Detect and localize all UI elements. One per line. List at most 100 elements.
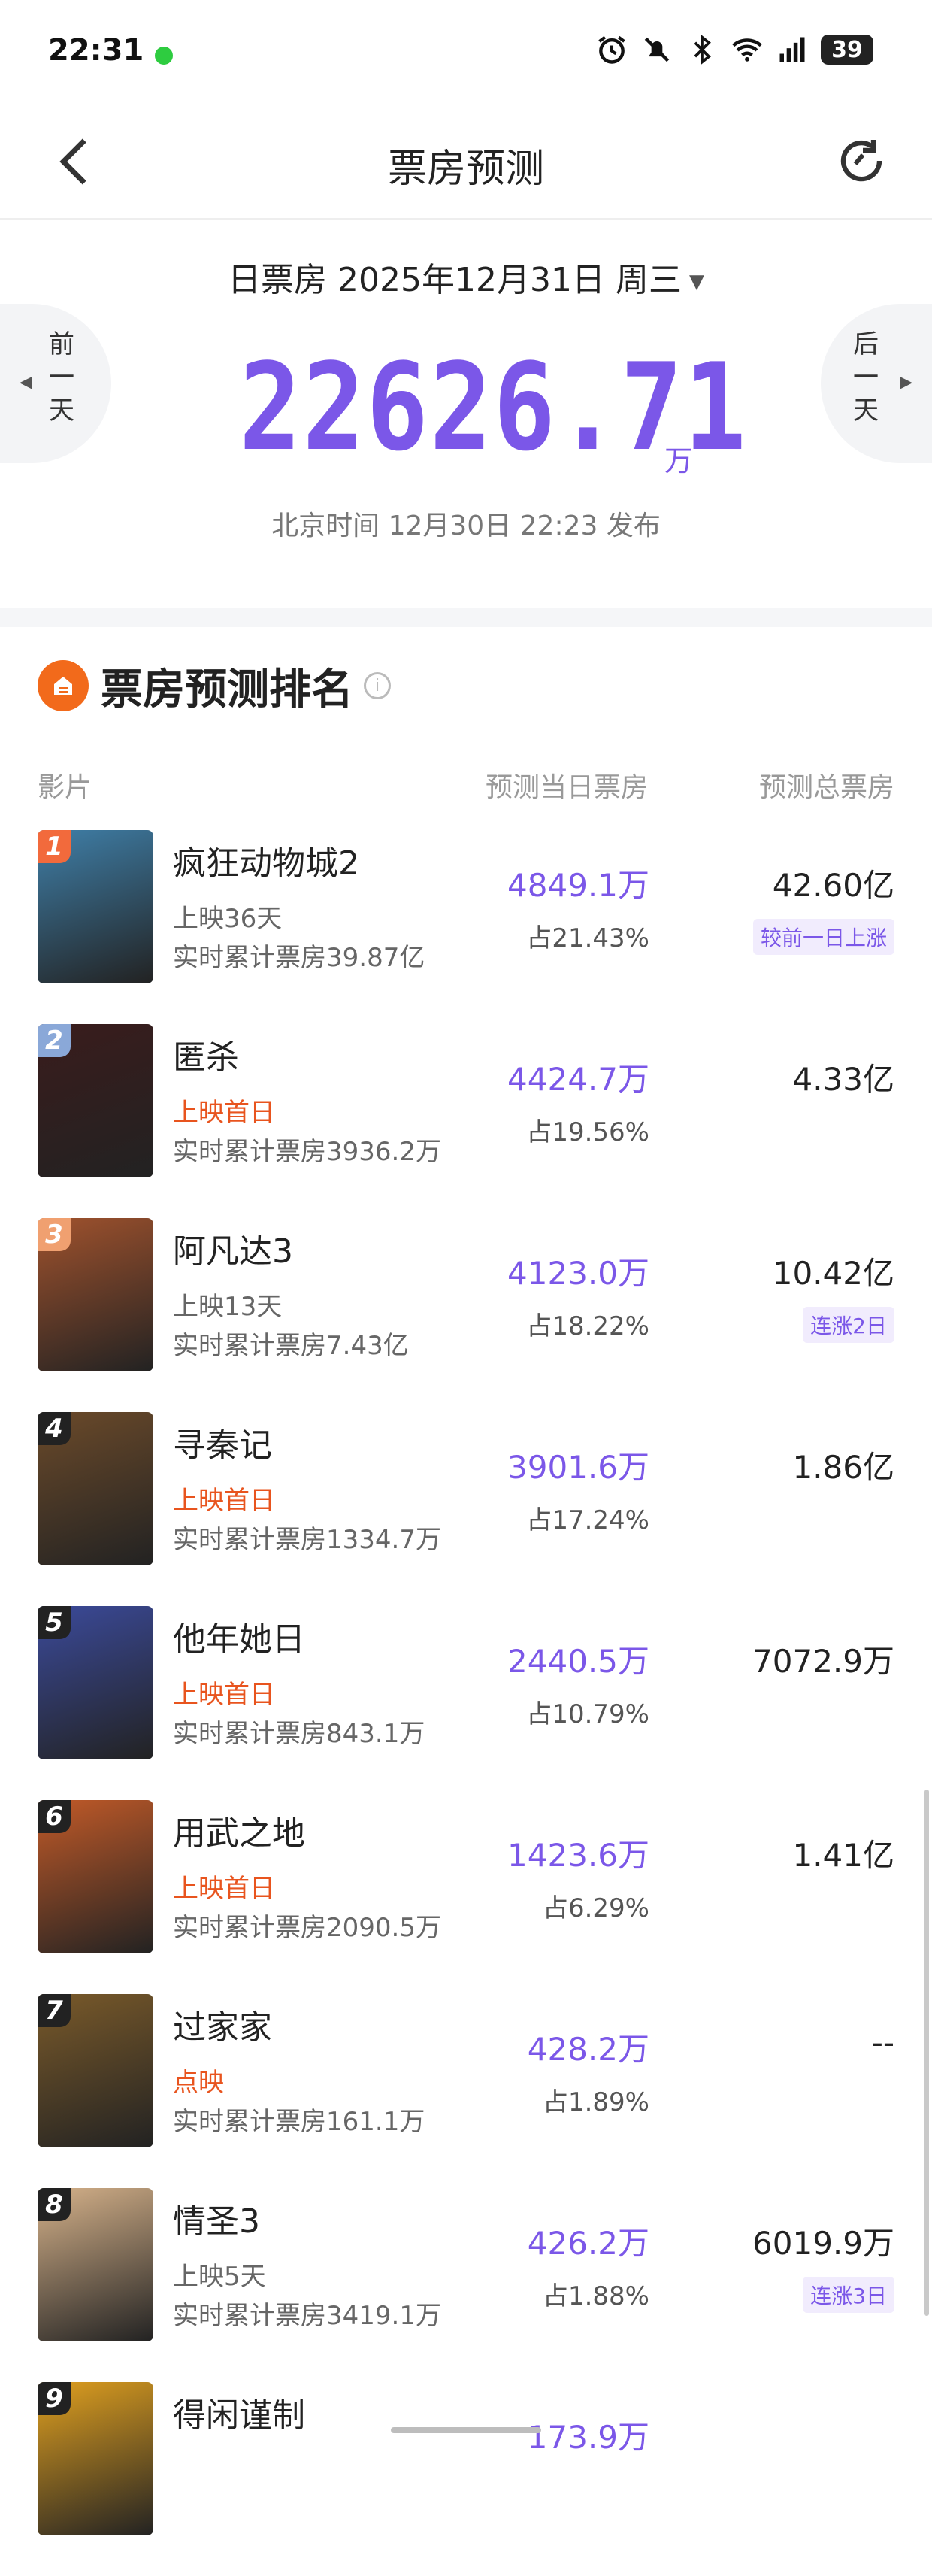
ranking-row[interactable]: 2 匿杀上映首日实时累计票房3936.2万 4424.7万占19.56% 4.33亿 [0,1024,932,1218]
movie-name[interactable]: 情圣3 [173,2194,260,2242]
release-status: 上映首日 [173,1098,275,1128]
next-day-button[interactable]: 后一天 ▶ [821,304,932,463]
rank-badge: 6 [38,1800,71,1833]
movie-name[interactable]: 用武之地 [173,1806,305,1854]
movie-poster[interactable]: 5 [38,1606,153,1759]
mute-icon [644,37,670,62]
hero-section: 日票房 2025年12月31日 周三 ▼ ◀ 前一天 后一天 ▶ 22626.71… [0,220,932,603]
rank-badge: 2 [38,1024,71,1057]
status-bar: 22:31 39 [0,0,932,105]
release-status: 上映首日 [173,1874,275,1904]
caret-down-icon: ▼ [688,271,704,293]
ranking-logo-icon [38,660,89,711]
cumulative-box-office: 实时累计票房2090.5万 [173,1913,441,1943]
release-status: 上映首日 [173,1680,275,1710]
movie-poster[interactable]: 9 [38,2382,153,2535]
release-status: 上映13天 [173,1292,283,1322]
movie-poster[interactable]: 1 [38,830,153,983]
release-status: 上映5天 [173,2262,266,2292]
refresh-icon[interactable] [834,134,888,188]
date-label: 日票房 2025年12月31日 周三 [228,261,682,299]
ranking-row[interactable]: 7 过家家点映实时累计票房161.1万 428.2万占1.89% -- [0,1994,932,2188]
rank-badge: 1 [38,830,71,863]
ranking-row[interactable]: 1 疯狂动物城2 上映36天 实时累计票房39.87亿 4849.1万 占21.43% 42… [0,830,932,1024]
wifi-icon [732,38,762,62]
predicted-daily-box-office: 3901.6万 [507,1449,649,1486]
cumulative-box-office: 实时累计票房39.87亿 [173,943,425,973]
arrow-right-icon: ▶ [900,373,912,392]
ranking-row[interactable]: 6 用武之地 上映首日 实时累计票房2090.5万 1423.6万 占6.29% 1.41亿 [0,1800,932,1994]
predicted-daily-box-office: 2440.5万 [507,1643,649,1680]
predicted-daily-box-office: 4424.7万 [507,1061,649,1098]
ranking-row[interactable]: 3 阿凡达3 上映13天 实时累计票房7.43亿 4123.0万 占18.22% 10.42… [0,1218,932,1412]
section-divider [0,608,932,627]
movie-name[interactable]: 疯狂动物城2 [173,836,359,884]
movie-name[interactable]: 匿杀 [173,1030,239,1078]
release-status: 上映首日 [173,1486,275,1516]
rank-badge: 5 [38,1606,71,1639]
column-header-predicted-total: 预测总票房 [758,772,894,803]
predicted-total-box-office: 6019.9万 [752,2225,894,2262]
release-status: 上映36天 [173,904,283,934]
ranking-row[interactable]: 4 寻秦记上映首日实时累计票房1334.7万 3901.6万占17.24% 1.86亿 [0,1412,932,1606]
predicted-total-box-office: -- [871,2024,894,2061]
cumulative-box-office: 实时累计票房161.1万 [173,2107,425,2137]
date-selector[interactable]: 日票房 2025年12月31日 周三 ▼ [0,253,932,301]
share-percent: 占19.56% [526,1117,649,1147]
movie-name[interactable]: 过家家 [173,2000,272,2048]
release-status: 点映 [173,2068,224,2098]
message-indicator-icon [155,47,173,65]
ranking-row[interactable]: 5 他年她日上映首日实时累计票房843.1万 2440.5万占10.79% 7072.… [0,1606,932,1800]
share-percent: 占1.89% [542,2087,649,2117]
gesture-bar[interactable] [391,2427,541,2433]
rank-badge: 3 [38,1218,71,1251]
predicted-total-box-office: 42.60亿 [772,867,894,904]
movie-name[interactable]: 寻秦记 [173,1418,272,1466]
page-title: 票房预测 [387,147,544,192]
arrow-left-icon: ◀ [20,373,32,392]
predicted-total-box-office: 1.86亿 [792,1449,894,1486]
next-day-label: 后一天 [853,329,879,426]
prev-day-button[interactable]: ◀ 前一天 [0,304,111,463]
info-icon[interactable]: i [364,672,391,699]
ranking-header: 票房预测排名 i [38,656,391,716]
movie-poster[interactable]: 7 [38,1994,153,2147]
cumulative-box-office: 实时累计票房3419.1万 [173,2301,441,2331]
movie-name[interactable]: 得闲谨制 [173,2388,305,2436]
predicted-total-box-office: 10.42亿 [772,1255,894,1292]
predicted-total-box-office: 7072.9万 [752,1643,894,1680]
column-header-film: 影片 [38,772,92,803]
movie-poster[interactable]: 6 [38,1800,153,1953]
ranking-row[interactable]: 8 情圣3 上映5天实时累计票房3419.1万 426.2万占1.88% 6019.9万… [0,2188,932,2382]
movie-name[interactable]: 他年她日 [173,1612,305,1660]
movie-poster[interactable]: 4 [38,1412,153,1565]
share-percent: 占6.29% [542,1893,649,1923]
column-header-predicted-daily: 预测当日票房 [485,772,648,803]
rank-badge: 4 [38,1412,71,1445]
nav-bar: 票房预测 [0,105,932,220]
share-percent: 占17.24% [526,1505,649,1535]
ranking-row[interactable]: 9 得闲谨制 173.9万 [0,2382,932,2576]
movie-poster[interactable]: 3 [38,1218,153,1371]
predicted-total-box-office: 4.33亿 [792,1061,894,1098]
cumulative-box-office: 实时累计票房843.1万 [173,1719,425,1749]
signal-icon [779,37,805,62]
alarm-icon [598,35,625,64]
rank-badge: 9 [38,2382,71,2415]
predicted-daily-box-office: 428.2万 [527,2031,649,2068]
movie-poster[interactable]: 8 [38,2188,153,2341]
predicted-total-box-office: 1.41亿 [792,1837,894,1874]
predicted-daily-box-office: 173.9万 [527,2419,649,2456]
predicted-daily-box-office: 426.2万 [527,2225,649,2262]
share-percent: 占10.79% [526,1699,649,1729]
movie-name[interactable]: 阿凡达3 [173,1224,293,1272]
predicted-daily-box-office: 4849.1万 [507,867,649,904]
cumulative-box-office: 实时累计票房3936.2万 [173,1137,441,1167]
cumulative-box-office: 实时累计票房1334.7万 [173,1525,441,1555]
status-time: 22:31 [48,33,144,68]
share-percent: 占1.88% [542,2281,649,2311]
share-percent: 占18.22% [526,1311,649,1341]
movie-poster[interactable]: 2 [38,1024,153,1177]
scrollbar[interactable] [924,1790,929,2316]
amount-unit: 万 [664,444,694,477]
